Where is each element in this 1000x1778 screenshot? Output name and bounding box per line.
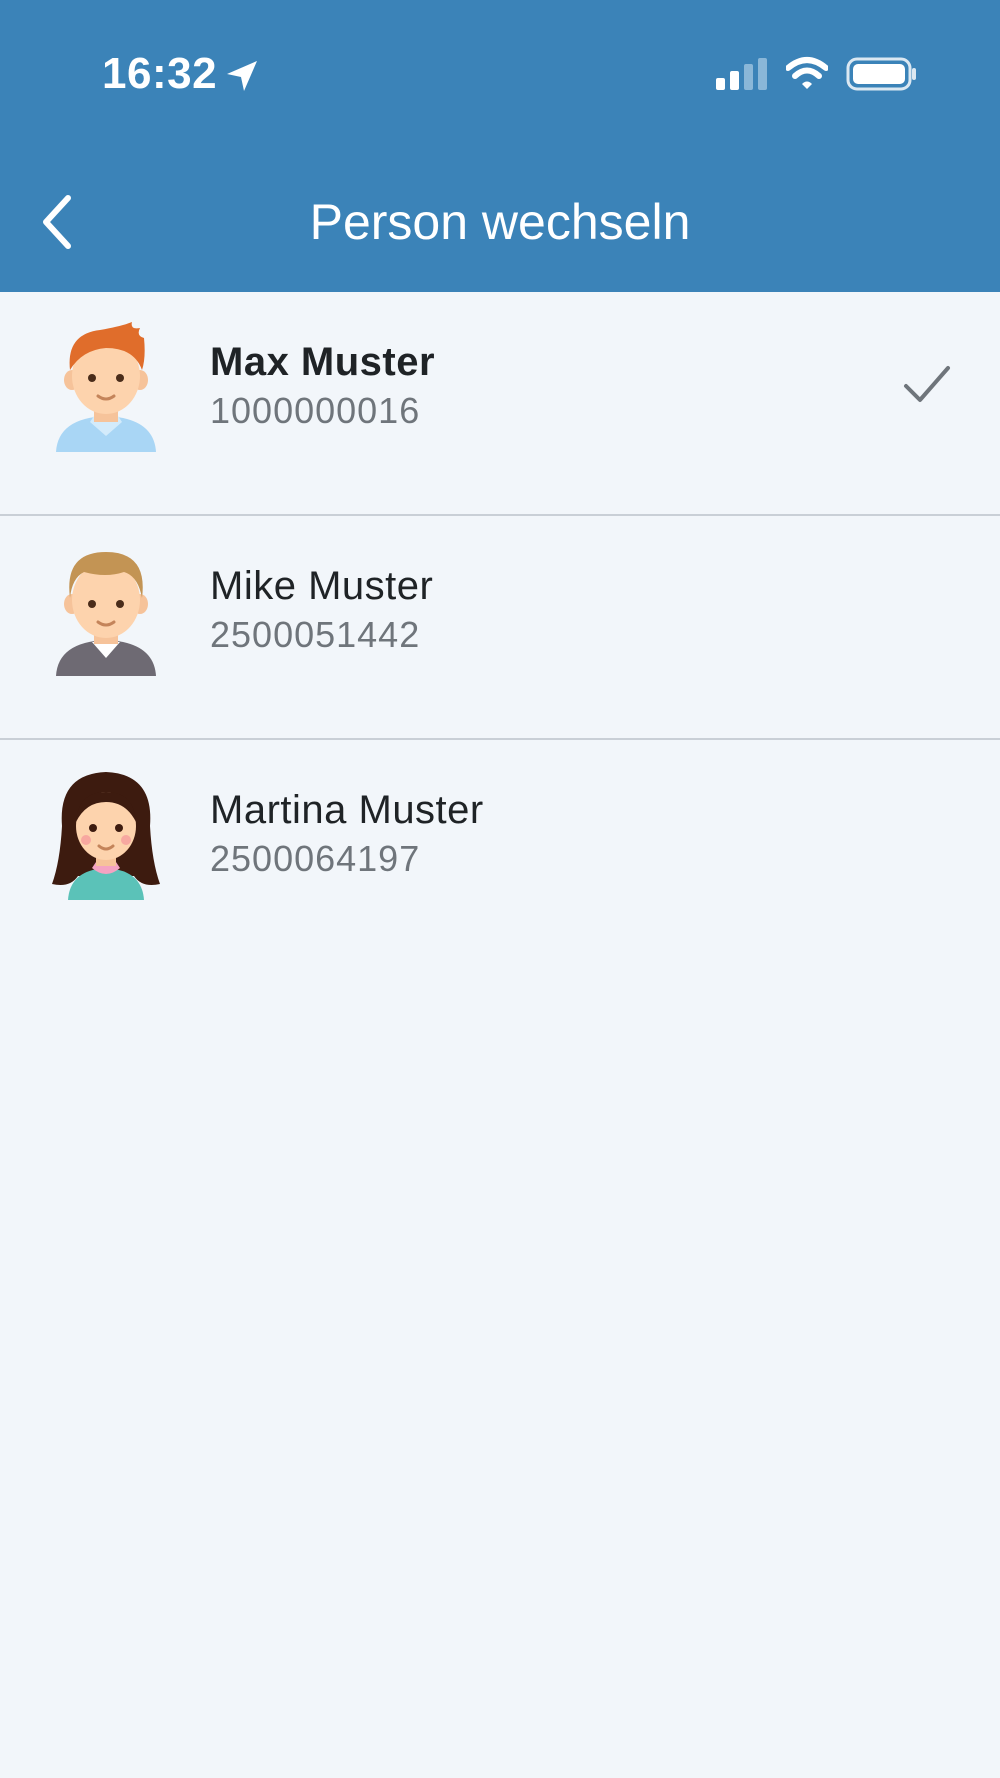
person-name: Martina Muster	[210, 788, 484, 832]
person-name: Mike Muster	[210, 564, 434, 608]
person-row-mike[interactable]: Mike Muster 2500051442	[0, 516, 1000, 740]
person-number: 2500051442	[210, 614, 421, 655]
page-title: Person wechseln	[309, 194, 691, 250]
person-row-martina[interactable]: Martina Muster 2500064197	[0, 740, 1000, 964]
avatar-man-blond-hair	[56, 552, 156, 676]
wifi-icon	[786, 57, 828, 89]
location-arrow-icon	[227, 61, 257, 91]
cellular-signal-icon	[716, 58, 767, 90]
status-time: 16:32	[102, 49, 218, 98]
person-number: 2500064197	[210, 838, 421, 879]
avatar-boy-red-hair	[56, 322, 156, 452]
person-list: Max Muster 1000000016 Mike Muster 250005…	[0, 292, 1000, 964]
battery-icon	[846, 57, 916, 91]
person-name: Max Muster	[210, 340, 436, 384]
app-header: 16:32 Person wechseln	[0, 0, 1000, 292]
checkmark-icon	[904, 366, 950, 402]
person-row-max[interactable]: Max Muster 1000000016	[0, 292, 1000, 516]
avatar-girl-dark-hair	[52, 772, 160, 900]
person-number: 1000000016	[210, 390, 421, 431]
